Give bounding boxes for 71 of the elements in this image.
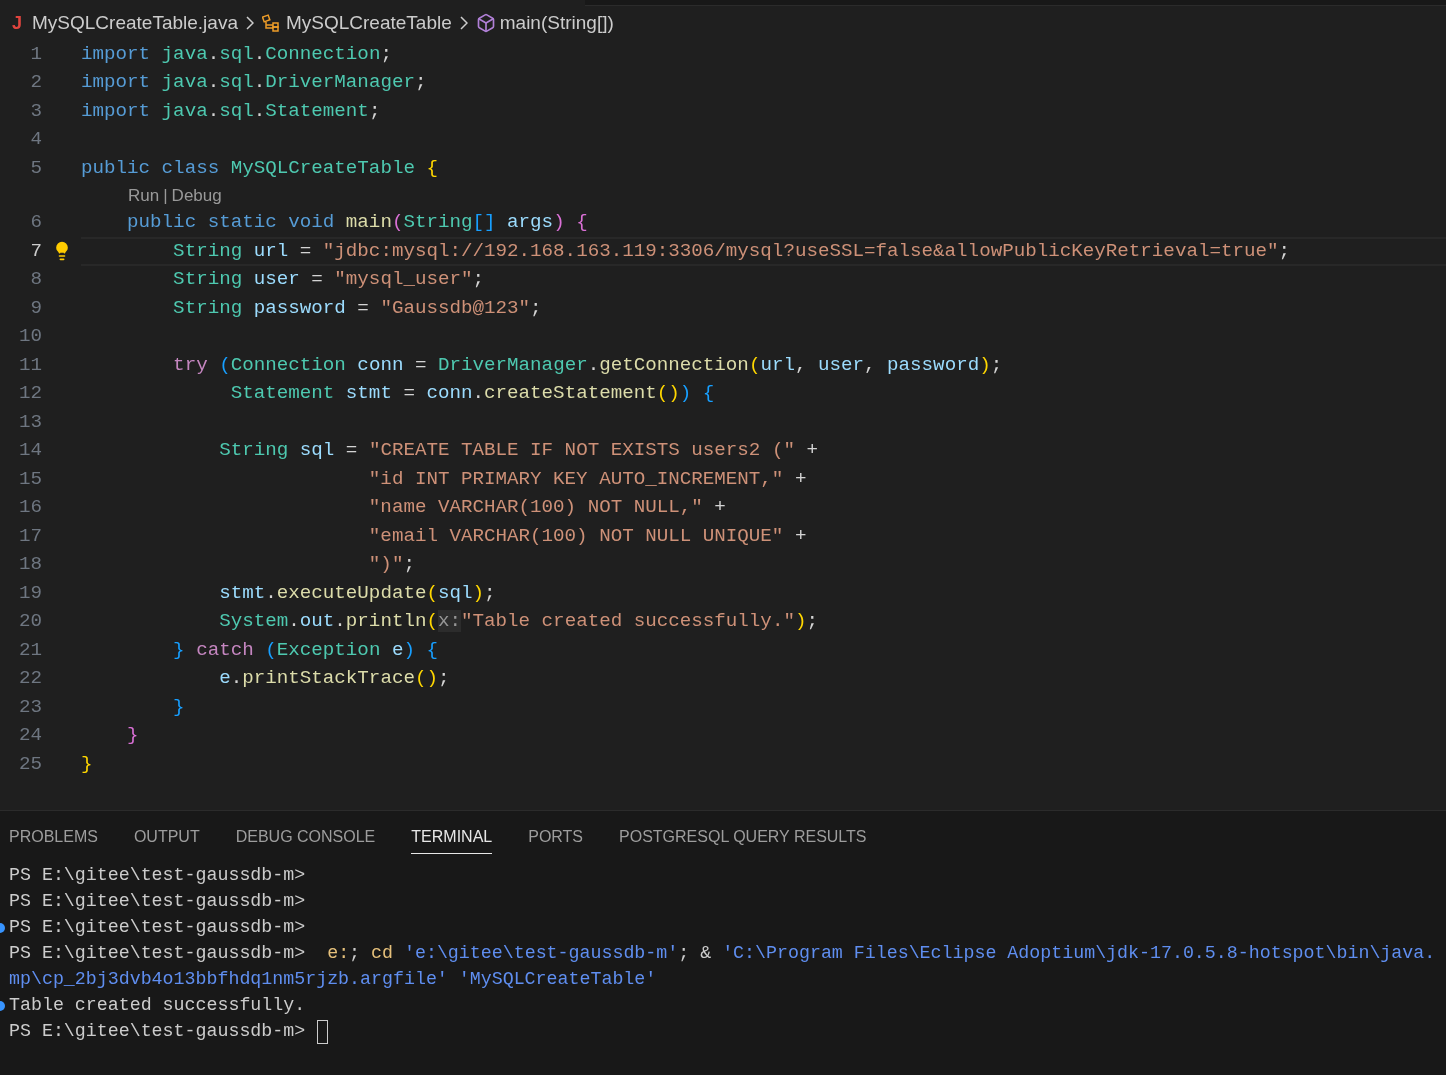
- chevron-icon: [245, 16, 254, 30]
- line-number: 18: [17, 552, 42, 578]
- cube-icon: [475, 13, 496, 33]
- breadcrumb-item[interactable]: MySQLCreateTable.java: [32, 8, 238, 38]
- terminal-line: Table created successfully.: [9, 994, 306, 1018]
- terminal-line: PS E:\gitee\test-gaussdb-m>: [9, 864, 306, 888]
- line-number: 7: [29, 238, 42, 264]
- line-number: 3: [29, 98, 42, 124]
- line-number: 13: [17, 409, 42, 435]
- code-line: String user = "mysql_user";: [172, 267, 485, 293]
- panel-tab[interactable]: POSTGRESQL QUERY RESULTS: [619, 820, 867, 854]
- code-line: "name VARCHAR(100) NOT NULL," +: [367, 495, 726, 521]
- panel-tab[interactable]: PORTS: [528, 820, 584, 854]
- line-number: 1: [29, 41, 42, 67]
- codelens-link[interactable]: Run: [128, 182, 160, 209]
- code-line: String url = "jdbc:mysql://192.168.163.119:3306/mysql?useSSL=false&allowPublicKeyRetrieval=true";: [172, 238, 1291, 264]
- line-number: 21: [17, 637, 42, 663]
- panel-tab[interactable]: TERMINAL: [411, 820, 493, 854]
- code-line: ")";: [367, 552, 415, 578]
- code-line: public static void main(String[] args) {: [126, 210, 588, 236]
- breadcrumb-item[interactable]: MySQLCreateTable: [285, 8, 452, 38]
- line-number: 10: [17, 324, 42, 350]
- codelens-separator: |: [163, 184, 168, 207]
- terminal-line: PS E:\gitee\test-gaussdb-m> e:; cd 'e:\gitee\test-gaussdb-m'; & 'C:\Program Files\Eclipse Adoptium\jdk-17.0.5.8-hotspot\bin\java.: [9, 942, 1436, 966]
- code-line: try (Connection conn = DriverManager.getConnection(url, user, password);: [172, 352, 1003, 378]
- terminal-line: PS E:\gitee\test-gaussdb-m>: [9, 1020, 306, 1044]
- breadcrumb-item[interactable]: main(String[]): [499, 8, 614, 38]
- line-number: 2: [29, 70, 42, 96]
- chevron-icon: [459, 16, 468, 30]
- codelens-link[interactable]: Debug: [171, 182, 222, 209]
- line-number: 5: [29, 155, 42, 181]
- java-file-icon: J: [12, 9, 22, 37]
- line-number: 16: [17, 495, 42, 521]
- line-number: 11: [17, 352, 42, 378]
- terminal-line: mp\cp_2bj3dvb4o13bbfhdq1nm5rjzb.argfile' 'MySQLCreateTable': [9, 968, 657, 992]
- code-line: Statement stmt = conn.createStatement()) {: [229, 381, 715, 407]
- class-icon: [261, 14, 282, 32]
- line-number: 24: [17, 723, 42, 749]
- code-line: System.out.println(x:"Table created successfully.");: [218, 609, 818, 635]
- terminal-line: PS E:\gitee\test-gaussdb-m>: [9, 890, 306, 914]
- code-line: }: [81, 751, 93, 777]
- code-line: e.printStackTrace();: [218, 666, 450, 692]
- line-number: 17: [17, 523, 42, 549]
- code-line: stmt.executeUpdate(sql);: [218, 580, 496, 606]
- line-number: 14: [17, 438, 42, 464]
- line-number: 23: [17, 694, 42, 720]
- line-number: 8: [29, 267, 42, 293]
- code-line: import java.sql.Statement;: [81, 98, 381, 124]
- code-line: } catch (Exception e) {: [172, 637, 438, 663]
- line-number: 25: [17, 751, 42, 777]
- code-line: import java.sql.DriverManager;: [81, 70, 427, 96]
- code-line: import java.sql.Connection;: [81, 41, 392, 67]
- code-line: }: [172, 694, 185, 720]
- panel-tab[interactable]: DEBUG CONSOLE: [235, 820, 376, 854]
- panel-tab[interactable]: PROBLEMS: [9, 820, 98, 854]
- line-number: 15: [17, 466, 42, 492]
- code-line: }: [126, 723, 139, 749]
- terminal-line: PS E:\gitee\test-gaussdb-m>: [9, 916, 306, 940]
- line-number: 9: [29, 295, 42, 321]
- panel-tab[interactable]: OUTPUT: [133, 820, 200, 854]
- code-line: public class MySQLCreateTable {: [81, 155, 438, 181]
- line-number: 6: [29, 210, 42, 236]
- code-line: String password = "Gaussdb@123";: [172, 295, 542, 321]
- line-number: 4: [29, 127, 42, 153]
- line-number: 20: [17, 609, 42, 635]
- code-line: "id INT PRIMARY KEY AUTO_INCREMENT," +: [367, 466, 807, 492]
- code-line: String sql = "CREATE TABLE IF NOT EXISTS users2 (" +: [218, 438, 818, 464]
- line-number: 19: [17, 580, 42, 606]
- code-line: "email VARCHAR(100) NOT NULL UNIQUE" +: [367, 523, 807, 549]
- line-number: 12: [17, 381, 42, 407]
- line-number: 22: [17, 666, 42, 692]
